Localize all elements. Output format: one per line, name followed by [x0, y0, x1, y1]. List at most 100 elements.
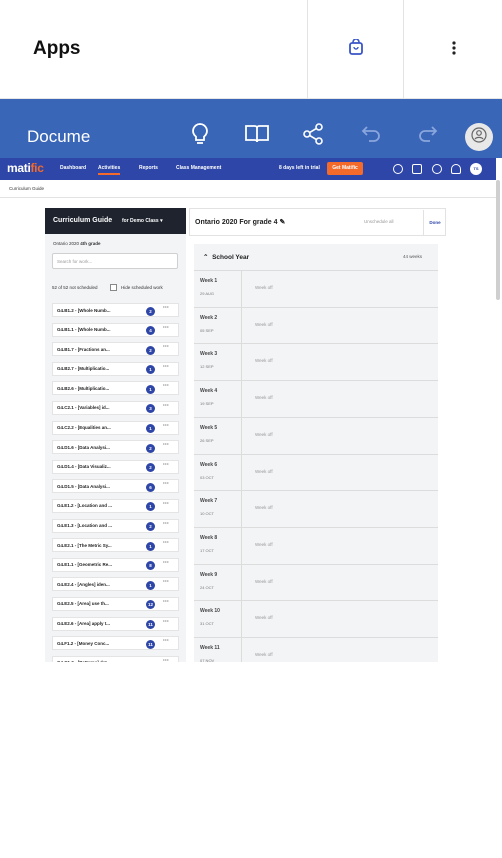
- week-row[interactable]: Week 1 29 AUG Week off: [194, 270, 438, 307]
- more-icon[interactable]: ···: [163, 619, 169, 625]
- week-off-label: Week off: [255, 431, 273, 437]
- nav-dashboard[interactable]: Dashboard: [60, 165, 86, 171]
- lightbulb-button[interactable]: [187, 122, 213, 149]
- nav-activities[interactable]: Activities: [98, 165, 121, 175]
- work-list-item[interactable]: G4.C2.1 - [Variables] id... 3 ···: [52, 400, 179, 415]
- more-icon[interactable]: ···: [163, 599, 169, 605]
- work-list-item[interactable]: G4.B1.1 - [Whole Numb... 4 ···: [52, 322, 179, 337]
- done-button[interactable]: Done: [423, 210, 446, 236]
- more-icon[interactable]: ···: [163, 560, 169, 566]
- work-list-item[interactable]: G4.E2.5 - [Area] use th... 12 ···: [52, 596, 179, 611]
- work-list-item[interactable]: G4.B2.6 - [Multiplicatio... 1 ···: [52, 381, 179, 396]
- more-options-button[interactable]: [440, 36, 468, 64]
- class-selector[interactable]: for Demo Class ▾: [122, 218, 163, 224]
- activity-count-badge: 4: [146, 326, 155, 336]
- work-list-item[interactable]: G4.C2.2 - [Equalities an... 1 ···: [52, 420, 179, 435]
- more-icon[interactable]: ···: [163, 481, 169, 487]
- matific-logo[interactable]: matific: [7, 161, 44, 175]
- more-icon[interactable]: ···: [163, 325, 169, 331]
- unschedule-all-link[interactable]: Unschedule all: [364, 219, 394, 224]
- work-list-item[interactable]: G4.F1.2 - [Money Conc... 11 ···: [52, 636, 179, 651]
- share-button[interactable]: [300, 122, 326, 149]
- page-scrollbar[interactable]: [496, 180, 500, 300]
- work-list-item[interactable]: G4.B1.2 - [Whole Numb... 2 ···: [52, 303, 179, 317]
- more-icon[interactable]: ···: [163, 364, 169, 370]
- more-icon[interactable]: ···: [163, 403, 169, 409]
- reports-icon[interactable]: [412, 164, 422, 174]
- more-icon[interactable]: ···: [163, 521, 169, 527]
- work-list-item[interactable]: G4.E1.2 - [Location and ... 1 ···: [52, 498, 179, 513]
- more-icon[interactable]: ···: [163, 442, 169, 448]
- school-year-header[interactable]: ⌃ School Year 44 weeks: [194, 244, 438, 270]
- activity-count-badge: 8: [146, 561, 155, 571]
- more-icon[interactable]: ···: [163, 501, 169, 507]
- more-icon[interactable]: ···: [163, 423, 169, 429]
- week-date: 29 AUG: [200, 291, 215, 296]
- week-row[interactable]: Week 10 31 OCT Week off: [194, 600, 438, 638]
- week-row[interactable]: Week 3 12 SEP Week off: [194, 343, 438, 381]
- week-row[interactable]: Week 11 07 NOV Week off: [194, 637, 438, 662]
- work-list-item[interactable]: G4.E2.6 - [Area] apply t... 11 ···: [52, 616, 179, 631]
- activity-count-badge: 11: [146, 639, 155, 649]
- week-row[interactable]: Week 8 17 OCT Week off: [194, 526, 438, 564]
- work-list-item[interactable]: G4.B1.7 - [Fractions an... 2 ···: [52, 342, 179, 357]
- more-icon[interactable]: ···: [163, 305, 169, 311]
- activity-count-badge: 1: [146, 365, 155, 375]
- more-icon[interactable]: ···: [163, 383, 169, 389]
- more-icon[interactable]: ···: [163, 540, 169, 546]
- work-list-item[interactable]: G4.B2.7 - [Multiplicatio... 1 ···: [52, 361, 179, 376]
- week-row[interactable]: Week 6 03 OCT Week off: [194, 453, 438, 491]
- work-search-input[interactable]: Search for work...: [52, 253, 178, 269]
- trial-status: 8 days left in trial: [279, 165, 320, 171]
- undo-button[interactable]: [358, 123, 384, 149]
- nav-class-management[interactable]: Class Management: [176, 165, 221, 171]
- work-list-item[interactable]: G4.D1.4 - [Data Visualiz... 2 ···: [52, 459, 179, 474]
- week-name: Week 4: [200, 388, 218, 395]
- activity-count-badge: 2: [146, 443, 155, 453]
- week-date: 10 OCT: [200, 511, 215, 517]
- document-title[interactable]: Docume: [27, 127, 90, 147]
- bell-icon[interactable]: [451, 164, 461, 174]
- more-icon[interactable]: ···: [163, 638, 169, 644]
- work-list-item[interactable]: G4.E2.1 - [The Metric Sy... 1 ···: [52, 538, 179, 553]
- more-icon[interactable]: ···: [163, 579, 169, 585]
- week-row[interactable]: Week 7 10 OCT Week off: [194, 490, 438, 528]
- work-list-item[interactable]: G4.E2.4 - [Angles] iden... 1 ···: [52, 577, 179, 592]
- work-list-item[interactable]: G4.E1.1 - [Geometric Re... 8 ···: [52, 557, 179, 572]
- work-item-label: G4.D1.4 - [Data Visualiz...: [57, 464, 111, 470]
- week-name: Week 3: [200, 351, 218, 358]
- more-icon[interactable]: ···: [163, 344, 169, 350]
- shopping-bag-button[interactable]: [307, 0, 404, 99]
- work-list-item[interactable]: G4.E1.3 - [Location and ... 2 ···: [52, 518, 179, 533]
- activity-count-badge: 1: [146, 580, 155, 590]
- activity-count-badge: 6: [146, 482, 155, 492]
- work-list-item[interactable]: G4.D1.5 - [Data Analysi... 6 ···: [52, 479, 179, 494]
- more-icon[interactable]: ···: [163, 462, 169, 468]
- week-label-cell: Week 7 10 OCT: [194, 491, 242, 528]
- redo-button[interactable]: [415, 123, 441, 149]
- week-off-label: Week off: [255, 321, 273, 327]
- hide-scheduled-checkbox[interactable]: [110, 284, 117, 291]
- user-avatar[interactable]: TS: [470, 163, 482, 175]
- week-row[interactable]: Week 4 19 SEP Week off: [194, 380, 438, 418]
- schedule-header: Ontario 2020 For grade 4 ✎ Unschedule al…: [189, 208, 446, 236]
- edit-pencil-icon[interactable]: ✎: [279, 219, 285, 226]
- week-off-label: Week off: [255, 541, 273, 547]
- schedule-title: Ontario 2020 For grade 4 ✎: [195, 219, 286, 226]
- embedded-screenshot: matific Dashboard Activities Reports Cla…: [0, 158, 502, 662]
- week-off-label: Week off: [255, 468, 273, 474]
- week-date: 12 SEP: [200, 364, 214, 370]
- week-row[interactable]: Week 5 26 SEP Week off: [194, 416, 438, 454]
- help-icon[interactable]: [432, 164, 442, 174]
- reading-mode-button[interactable]: [243, 123, 271, 149]
- week-label-cell: Week 5 26 SEP: [194, 417, 242, 454]
- work-list-item[interactable]: G4.D1.6 - [Data Analysi... 2 ···: [52, 440, 179, 455]
- redo-icon: [416, 122, 440, 151]
- breadcrumb-label[interactable]: Curriculum Guide: [9, 186, 44, 191]
- home-icon[interactable]: [393, 164, 403, 174]
- account-avatar[interactable]: [465, 123, 493, 151]
- get-matific-button[interactable]: Get Matific: [327, 162, 363, 175]
- week-row[interactable]: Week 2 05 SEP Week off: [194, 306, 438, 344]
- nav-reports[interactable]: Reports: [139, 165, 158, 171]
- week-row[interactable]: Week 9 24 OCT Week off: [194, 563, 438, 601]
